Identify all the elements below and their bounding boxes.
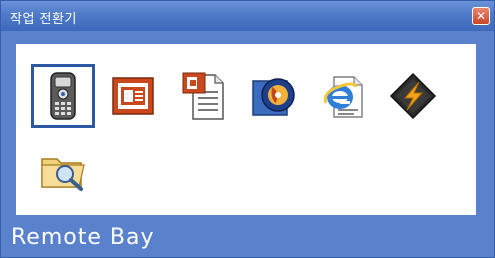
task-switcher-window: 작업 전환기 ✕ Remote Bay (0, 0, 495, 258)
presentation-icon (112, 77, 154, 115)
title-bar: 작업 전환기 ✕ (1, 1, 494, 31)
task-icon-grid (16, 44, 476, 215)
internet-explorer-icon (323, 76, 363, 118)
media-player-icon (252, 78, 295, 116)
window-title: 작업 전환기 (10, 12, 77, 27)
search-folder-icon (41, 158, 85, 191)
close-button[interactable]: ✕ (472, 7, 490, 25)
task-item-internet-explorer[interactable] (311, 64, 375, 128)
task-item-winamp[interactable] (381, 64, 445, 128)
winamp-icon (389, 72, 437, 120)
task-item-powerpoint-document[interactable] (171, 64, 235, 128)
task-item-search-folder[interactable] (31, 139, 95, 203)
task-item-remote[interactable] (31, 64, 95, 128)
task-item-media-player[interactable] (241, 64, 305, 128)
task-item-presentation[interactable] (101, 64, 165, 128)
remote-control-icon (50, 72, 76, 120)
powerpoint-document-icon (182, 72, 224, 120)
status-bar: Remote Bay (1, 219, 494, 257)
selected-task-label: Remote Bay (11, 225, 155, 250)
